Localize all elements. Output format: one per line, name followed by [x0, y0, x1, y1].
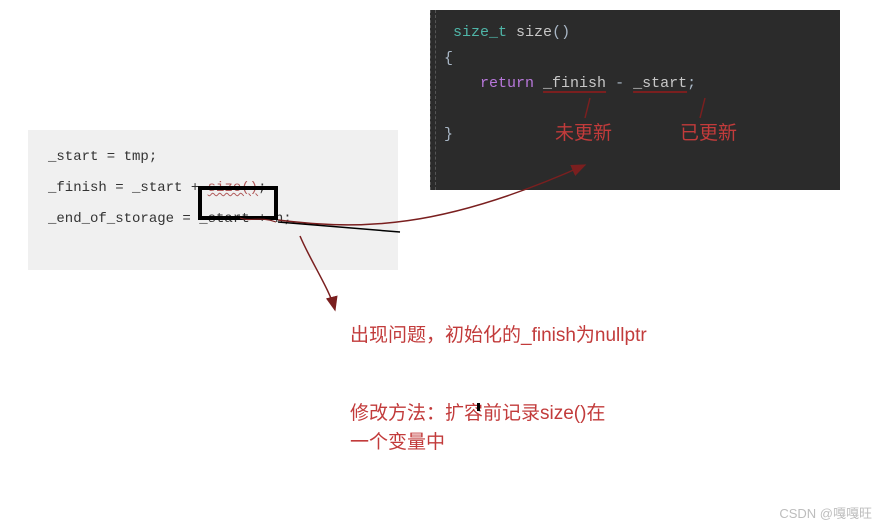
annotation-problem: 出现问题，初始化的_finish为nullptr — [350, 322, 810, 351]
parens: () — [552, 24, 570, 41]
size-call: size() — [208, 180, 258, 196]
dark-line-return: return _finish - _start; — [444, 71, 826, 97]
annotation-fix: 修改方法：扩容前记录size()在一个变量中 — [350, 400, 610, 457]
dark-line-brace-open: { — [444, 46, 826, 72]
ident-start: _start — [633, 75, 687, 92]
code-text: _finish = _start + — [48, 180, 208, 196]
light-code-block: _start = tmp; _finish = _start + size();… — [28, 130, 398, 270]
dark-line-brace-close: } — [444, 122, 826, 148]
ident-finish: _finish — [543, 75, 606, 92]
annotation-not-updated: 未更新 — [555, 120, 612, 149]
code-gutter — [430, 10, 436, 190]
dark-code-block: size_t size() { return _finish - _start;… — [430, 10, 840, 190]
code-line-3: _end_of_storage = _start + n; — [48, 204, 378, 235]
code-line-2: _finish = _start + size(); — [48, 173, 378, 204]
code-text: ; — [258, 180, 266, 196]
dark-line-signature: size_t size() — [444, 20, 826, 46]
dark-line-empty — [444, 97, 826, 123]
function-name: size — [516, 24, 552, 41]
op-minus: - — [606, 75, 633, 92]
return-keyword: return — [480, 75, 534, 92]
annotation-updated: 已更新 — [680, 120, 737, 149]
type-keyword: size_t — [453, 24, 507, 41]
semicolon: ; — [687, 75, 696, 92]
watermark: CSDN @嘎嘎旺 — [779, 503, 872, 522]
code-line-1: _start = tmp; — [48, 142, 378, 173]
